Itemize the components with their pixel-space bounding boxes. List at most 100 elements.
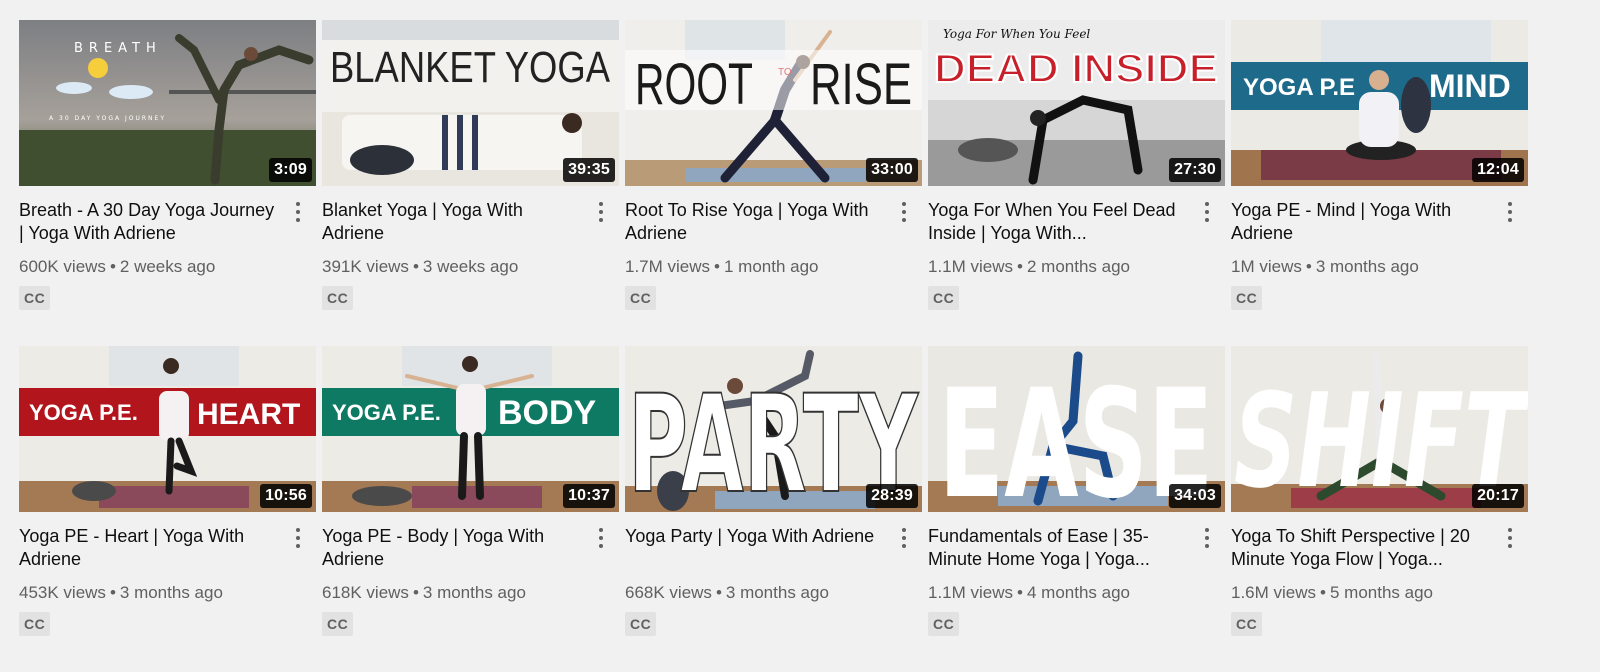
view-count: 391K views: [322, 257, 409, 276]
video-title[interactable]: Breath - A 30 Day Yoga Journey | Yoga Wi…: [19, 199, 282, 245]
view-count: 1.7M views: [625, 257, 711, 276]
video-card: SHIFT 20:17 Yoga To Shift Perspective | …: [1231, 346, 1528, 672]
video-details: Root To Rise Yoga | Yoga With Adriene 1.…: [625, 186, 922, 310]
video-stats: 1.6M views • 5 months ago: [1231, 583, 1494, 603]
svg-text:DEAD INSIDE: DEAD INSIDE: [934, 47, 1218, 91]
more-actions-icon[interactable]: [288, 200, 308, 224]
separator-dot: •: [109, 583, 116, 602]
video-stats: 1.1M views • 2 months ago: [928, 257, 1191, 277]
separator-dot: •: [109, 257, 116, 276]
cc-badge: CC: [1231, 286, 1263, 310]
video-stats: 1.7M views • 1 month ago: [625, 257, 888, 277]
cc-badge: CC: [928, 612, 960, 636]
cc-badge: CC: [19, 286, 51, 310]
cc-badge: CC: [1231, 612, 1263, 636]
cc-badge: CC: [19, 612, 51, 636]
video-title[interactable]: Yoga For When You Feel Dead Inside | Yog…: [928, 199, 1191, 245]
more-actions-icon[interactable]: [1500, 526, 1520, 550]
upload-age: 3 months ago: [422, 583, 526, 602]
video-thumbnail[interactable]: YOGA P.E. BODY 10:37: [322, 346, 619, 512]
video-title[interactable]: Fundamentals of Ease | 35-Minute Home Yo…: [928, 525, 1191, 571]
upload-age: 5 months ago: [1329, 583, 1433, 602]
svg-text:HEART: HEART: [197, 398, 300, 431]
video-card: BLANKET YOGA 39:35 Blanket Yoga | Yoga W…: [322, 20, 619, 346]
view-count: 1.6M views: [1231, 583, 1317, 602]
video-card: YOGA P.E MIND 12:04 Yoga PE - Mind | Yog…: [1231, 20, 1528, 346]
svg-text:ROOT: ROOT: [635, 52, 753, 117]
video-card: EASE 34:03 Fundamentals of Ease | 35-Min…: [928, 346, 1225, 672]
video-title[interactable]: Blanket Yoga | Yoga With Adriene: [322, 199, 585, 245]
video-details: Yoga PE - Body | Yoga With Adriene 618K …: [322, 512, 619, 636]
video-duration: 10:37: [563, 484, 615, 508]
video-thumbnail[interactable]: YOGA P.E. HEART 10:56: [19, 346, 316, 512]
upload-age: 3 months ago: [119, 583, 223, 602]
video-thumbnail[interactable]: PARTY 28:39: [625, 346, 922, 512]
upload-age: 3 months ago: [1315, 257, 1419, 276]
more-actions-icon[interactable]: [591, 200, 611, 224]
video-thumbnail[interactable]: BLANKET YOGA 39:35: [322, 20, 619, 186]
video-details: Yoga Party | Yoga With Adriene 668K view…: [625, 512, 922, 636]
video-stats: 1.1M views • 4 months ago: [928, 583, 1191, 603]
cc-badge: CC: [322, 286, 354, 310]
video-thumbnail[interactable]: BREATH A 30 DAY YOGA JOURNEY 3:09: [19, 20, 316, 186]
video-card: YOGA P.E. HEART 10:56 Yoga PE - Heart | …: [19, 346, 316, 672]
more-actions-icon[interactable]: [894, 200, 914, 224]
video-duration: 39:35: [563, 158, 615, 182]
video-title[interactable]: Yoga PE - Heart | Yoga With Adriene: [19, 525, 282, 571]
video-title[interactable]: Yoga Party | Yoga With Adriene: [625, 525, 888, 571]
more-actions-icon[interactable]: [1197, 200, 1217, 224]
upload-age: 1 month ago: [723, 257, 819, 276]
video-grid: BREATH A 30 DAY YOGA JOURNEY 3:09 Breath…: [19, 20, 1528, 672]
video-duration: 27:30: [1169, 158, 1221, 182]
separator-dot: •: [714, 257, 720, 276]
view-count: 453K views: [19, 583, 106, 602]
video-stats: 668K views • 3 months ago: [625, 583, 888, 603]
video-thumbnail[interactable]: EASE 34:03: [928, 346, 1225, 512]
video-details: Blanket Yoga | Yoga With Adriene 391K vi…: [322, 186, 619, 310]
video-duration: 10:56: [260, 484, 312, 508]
svg-text:YOGA P.E: YOGA P.E: [1243, 74, 1355, 101]
upload-age: 2 weeks ago: [119, 257, 216, 276]
more-actions-icon[interactable]: [894, 526, 914, 550]
svg-text:BREATH: BREATH: [74, 41, 162, 56]
view-count: 1.1M views: [928, 257, 1014, 276]
video-details: Yoga For When You Feel Dead Inside | Yog…: [928, 186, 1225, 310]
video-card: ROOT TO RISE 33:00 Root To Rise Yoga | Y…: [625, 20, 922, 346]
video-stats: 453K views • 3 months ago: [19, 583, 282, 603]
video-card: BREATH A 30 DAY YOGA JOURNEY 3:09 Breath…: [19, 20, 316, 346]
video-stats: 618K views • 3 months ago: [322, 583, 585, 603]
video-title[interactable]: Root To Rise Yoga | Yoga With Adriene: [625, 199, 888, 245]
svg-text:Yoga For When You Feel: Yoga For When You Feel: [943, 27, 1090, 41]
view-count: 668K views: [625, 583, 712, 602]
video-duration: 34:03: [1169, 484, 1221, 508]
separator-dot: •: [1320, 583, 1326, 602]
separator-dot: •: [1017, 257, 1023, 276]
video-duration: 12:04: [1472, 158, 1524, 182]
video-duration: 33:00: [866, 158, 918, 182]
more-actions-icon[interactable]: [1500, 200, 1520, 224]
svg-text:BLANKET YOGA: BLANKET YOGA: [330, 43, 611, 92]
video-duration: 28:39: [866, 484, 918, 508]
more-actions-icon[interactable]: [1197, 526, 1217, 550]
view-count: 1M views: [1231, 257, 1302, 276]
cc-badge: CC: [928, 286, 960, 310]
video-details: Breath - A 30 Day Yoga Journey | Yoga Wi…: [19, 186, 316, 310]
video-title[interactable]: Yoga PE - Body | Yoga With Adriene: [322, 525, 585, 571]
upload-age: 3 months ago: [725, 583, 829, 602]
video-title[interactable]: Yoga PE - Mind | Yoga With Adriene: [1231, 199, 1494, 245]
video-thumbnail[interactable]: ROOT TO RISE 33:00: [625, 20, 922, 186]
view-count: 600K views: [19, 257, 106, 276]
video-thumbnail[interactable]: Yoga For When You Feel DEAD INSIDE 27:30: [928, 20, 1225, 186]
separator-dot: •: [1305, 257, 1312, 276]
video-title[interactable]: Yoga To Shift Perspective | 20 Minute Yo…: [1231, 525, 1494, 571]
separator-dot: •: [412, 257, 419, 276]
more-actions-icon[interactable]: [591, 526, 611, 550]
svg-text:YOGA P.E.: YOGA P.E.: [29, 400, 138, 425]
video-thumbnail[interactable]: YOGA P.E MIND 12:04: [1231, 20, 1528, 186]
upload-age: 3 weeks ago: [422, 257, 519, 276]
video-thumbnail[interactable]: SHIFT 20:17: [1231, 346, 1528, 512]
video-details: Yoga To Shift Perspective | 20 Minute Yo…: [1231, 512, 1528, 636]
svg-text:RISE: RISE: [810, 52, 912, 117]
video-stats: 391K views • 3 weeks ago: [322, 257, 585, 277]
more-actions-icon[interactable]: [288, 526, 308, 550]
